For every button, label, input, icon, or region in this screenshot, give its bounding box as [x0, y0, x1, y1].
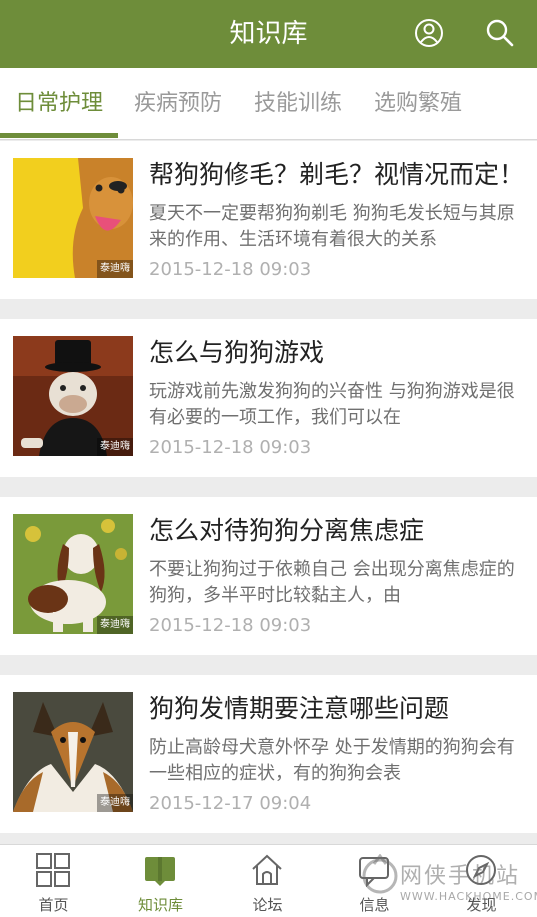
- article-date: 2015-12-18 09:03: [149, 259, 312, 280]
- article-thumbnail: 泰迪嗨: [13, 336, 133, 456]
- article-title: 狗狗发情期要注意哪些问题: [149, 694, 450, 723]
- nav-home[interactable]: 首页: [0, 845, 107, 917]
- thumbnail-watermark: 泰迪嗨: [97, 794, 133, 812]
- article-thumbnail: 泰迪嗨: [13, 158, 133, 278]
- article-summary: 夏天不一定要帮狗狗剃毛 狗狗毛发长短与其原来的作用、生活环境有着很大的关系: [149, 203, 515, 250]
- bottom-navigation: 首页 知识库 论坛 信息 发现: [0, 844, 537, 917]
- article-title: 怎么与狗狗游戏: [149, 338, 325, 367]
- tab-daily-care[interactable]: 日常护理: [0, 68, 118, 140]
- tab-purchase-breeding[interactable]: 选购繁殖: [358, 68, 478, 140]
- article-summary: 不要让狗狗过于依赖自己 会出现分离焦虑症的狗狗，多半平时比较黏主人，由: [149, 559, 515, 606]
- nav-messages[interactable]: 信息: [321, 845, 428, 917]
- message-icon: [357, 853, 391, 888]
- article-date: 2015-12-17 09:04: [149, 793, 312, 814]
- nav-label: 知识库: [137, 896, 183, 914]
- article-thumbnail: 泰迪嗨: [13, 692, 133, 812]
- article-title: 怎么对待狗狗分离焦虑症: [149, 516, 425, 545]
- nav-knowledge[interactable]: 知识库: [107, 845, 214, 917]
- thumbnail-watermark: 泰迪嗨: [97, 616, 133, 634]
- thumbnail-watermark: 泰迪嗨: [97, 260, 133, 278]
- nav-label: 发现: [466, 896, 497, 914]
- article-date: 2015-12-18 09:03: [149, 437, 312, 458]
- home-icon: [250, 853, 284, 887]
- article-item[interactable]: 泰迪嗨 怎么与狗狗游戏 玩游戏前先激发狗狗的兴奋性 与狗狗游戏是很有必要的一项工…: [0, 319, 537, 477]
- nav-label: 首页: [38, 896, 69, 914]
- article-summary: 玩游戏前先激发狗狗的兴奋性 与狗狗游戏是很有必要的一项工作，我们可以在: [149, 381, 515, 428]
- tab-indicator: [0, 133, 118, 138]
- nav-forum[interactable]: 论坛: [214, 845, 321, 917]
- tab-disease-prevention[interactable]: 疾病预防: [118, 68, 238, 140]
- grid-icon: [36, 853, 70, 887]
- nav-label: 信息: [359, 896, 390, 914]
- compass-icon: [464, 853, 498, 887]
- nav-discover[interactable]: 发现: [428, 845, 535, 917]
- user-icon[interactable]: [413, 17, 445, 49]
- book-icon: [143, 853, 177, 887]
- page-title: 知识库: [229, 19, 308, 49]
- tab-skill-training[interactable]: 技能训练: [238, 68, 358, 140]
- category-tabs: 日常护理 疾病预防 技能训练 选购繁殖: [0, 68, 537, 140]
- nav-label: 论坛: [252, 896, 283, 914]
- article-item[interactable]: 泰迪嗨 怎么对待狗狗分离焦虑症 不要让狗狗过于依赖自己 会出现分离焦虑症的狗狗，…: [0, 497, 537, 655]
- search-icon[interactable]: [484, 17, 516, 49]
- article-date: 2015-12-18 09:03: [149, 615, 312, 636]
- app: 知识库 日常护理 疾病预防 技能训练 选购繁殖 泰迪嗨 帮狗狗修毛？剃毛？视情况…: [0, 0, 537, 917]
- app-header: 知识库: [0, 0, 537, 68]
- article-title: 帮狗狗修毛？剃毛？视情况而定！: [149, 160, 524, 189]
- article-summary: 防止高龄母犬意外怀孕 处于发情期的狗狗会有一些相应的症状，有的狗狗会表: [149, 737, 515, 784]
- article-item[interactable]: 泰迪嗨 狗狗发情期要注意哪些问题 防止高龄母犬意外怀孕 处于发情期的狗狗会有一些…: [0, 675, 537, 833]
- article-item[interactable]: 泰迪嗨 帮狗狗修毛？剃毛？视情况而定！ 夏天不一定要帮狗狗剃毛 狗狗毛发长短与其…: [0, 141, 537, 299]
- article-thumbnail: 泰迪嗨: [13, 514, 133, 634]
- thumbnail-watermark: 泰迪嗨: [97, 438, 133, 456]
